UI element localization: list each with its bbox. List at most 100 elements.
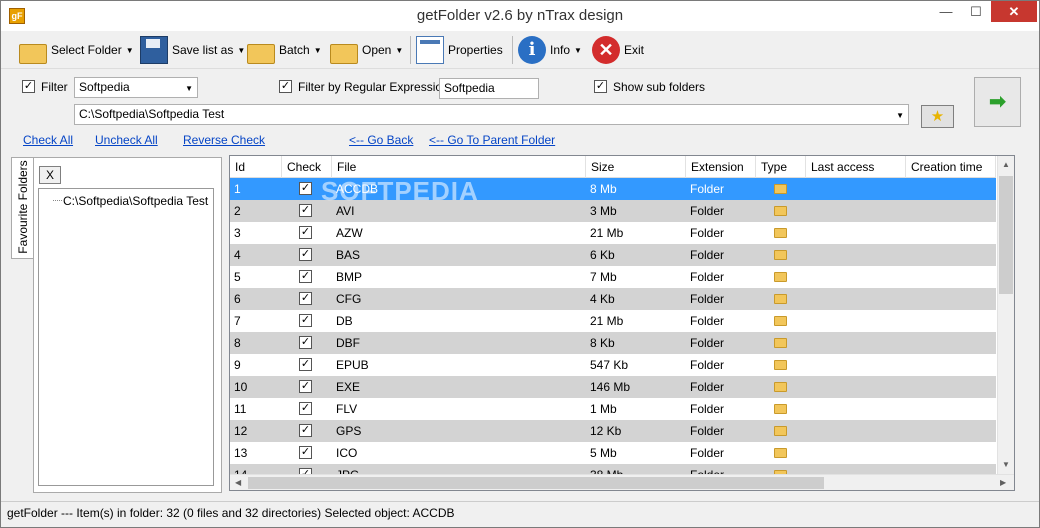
scroll-right-icon[interactable]: ▶ [1000,478,1006,487]
filter-checkbox[interactable]: ✓ [22,80,35,93]
row-checkbox[interactable]: ✓ [299,380,312,393]
cell-size: 21 Mb [590,226,624,240]
table-row[interactable]: 2 AVI 3 Mb Folder ✓ [230,200,996,222]
cell-extension: Folder [690,380,725,394]
path-value: C:\Softpedia\Softpedia Test [79,107,225,121]
check-all-link[interactable]: Check All [23,133,73,147]
info-label: Info [550,43,571,57]
cell-id: 6 [234,292,241,306]
chevron-down-icon: ▼ [125,45,134,55]
info-button[interactable]: i Info ▼ [518,34,582,66]
row-checkbox[interactable]: ✓ [299,424,312,437]
go-parent-link[interactable]: <-- Go To Parent Folder [429,133,555,147]
cell-file: CFG [336,292,362,306]
batch-button[interactable]: Batch ▼ [247,34,322,66]
table-row[interactable]: 6 CFG 4 Kb Folder ✓ [230,288,996,310]
table-row[interactable]: 8 DBF 8 Kb Folder ✓ [230,332,996,354]
regex-value: Softpedia [444,81,495,95]
scroll-left-icon[interactable]: ◀ [235,478,241,487]
cell-id: 8 [234,336,241,350]
row-checkbox[interactable]: ✓ [299,248,312,261]
cell-extension: Folder [690,424,725,438]
folder-icon [774,426,787,436]
cell-id: 4 [234,248,241,262]
table-row[interactable]: 9 EPUB 547 Kb Folder ✓ [230,354,996,376]
table-row[interactable]: 1 ACCDB 8 Mb Folder ✓ [230,178,996,200]
column-header-check[interactable]: Check [282,156,332,178]
row-checkbox[interactable]: ✓ [299,182,312,195]
cell-file: ACCDB [336,182,379,196]
table-row[interactable]: 10 EXE 146 Mb Folder ✓ [230,376,996,398]
horizontal-scroll-thumb[interactable] [248,477,824,489]
remove-favourite-button[interactable]: X [39,166,61,184]
uncheck-all-link[interactable]: Uncheck All [95,133,158,147]
vertical-scroll-thumb[interactable] [999,176,1013,294]
close-button[interactable]: ✕ [991,1,1037,22]
maximize-button[interactable]: ☐ [961,1,991,22]
filter-dropdown[interactable]: Softpedia ▼ [74,77,198,98]
subfolders-checkbox[interactable]: ✓ [594,80,607,93]
cell-extension: Folder [690,270,725,284]
row-checkbox[interactable]: ✓ [299,270,312,283]
folder-icon [774,382,787,392]
row-checkbox[interactable]: ✓ [299,336,312,349]
floppy-disk-icon [140,36,168,64]
go-back-link[interactable]: <-- Go Back [349,133,413,147]
column-header-file[interactable]: File [332,156,586,178]
table-row[interactable]: 7 DB 21 Mb Folder ✓ [230,310,996,332]
vertical-scrollbar[interactable]: ▲ ▼ [997,156,1014,474]
arrow-right-icon: ➡ [989,91,1006,113]
subfolders-label: Show sub folders [613,80,706,94]
cell-file: DB [336,314,353,328]
regex-input[interactable]: Softpedia [439,78,539,99]
row-checkbox[interactable]: ✓ [299,292,312,305]
column-header-last-access[interactable]: Last access [806,156,906,178]
cell-extension: Folder [690,248,725,262]
save-list-button[interactable]: Save list as ▼ [140,34,245,66]
add-favourite-button[interactable]: ★ [921,105,954,128]
table-row[interactable]: 4 BAS 6 Kb Folder ✓ [230,244,996,266]
star-icon: ★ [930,108,945,125]
horizontal-scrollbar[interactable]: ◀ ▶ [230,474,1014,490]
select-folder-button[interactable]: Select Folder ▼ [19,34,134,66]
table-row[interactable]: 5 BMP 7 Mb Folder ✓ [230,266,996,288]
properties-icon [416,36,444,64]
row-checkbox[interactable]: ✓ [299,358,312,371]
folder-icon [330,44,358,64]
table-row[interactable]: 12 GPS 12 Kb Folder ✓ [230,420,996,442]
title-bar[interactable]: gF getFolder v2.6 by nTrax design — ☐ ✕ [1,1,1039,31]
row-checkbox[interactable]: ✓ [299,402,312,415]
table-row[interactable]: 3 AZW 21 Mb Folder ✓ [230,222,996,244]
row-checkbox[interactable]: ✓ [299,204,312,217]
favourite-folders-tab[interactable]: Favourite Folders [11,157,33,259]
status-text: getFolder --- Item(s) in folder: 32 (0 f… [7,506,455,520]
path-dropdown[interactable]: C:\Softpedia\Softpedia Test ▼ [74,104,909,125]
minimize-button[interactable]: — [931,1,961,22]
scroll-down-icon[interactable]: ▼ [1002,460,1010,469]
reverse-check-link[interactable]: Reverse Check [183,133,265,147]
table-row[interactable]: 11 FLV 1 Mb Folder ✓ [230,398,996,420]
table-row[interactable]: 13 ICO 5 Mb Folder ✓ [230,442,996,464]
chevron-down-icon: ▼ [395,45,404,55]
properties-button[interactable]: Properties [416,34,503,66]
column-header-size[interactable]: Size [586,156,686,178]
chevron-down-icon: ▼ [313,45,322,55]
cell-id: 10 [234,380,248,394]
row-checkbox[interactable]: ✓ [299,226,312,239]
scroll-up-icon[interactable]: ▲ [1002,160,1010,169]
open-button[interactable]: Open ▼ [330,34,403,66]
exit-button[interactable]: ✕ Exit [592,34,644,66]
row-checkbox[interactable]: ✓ [299,446,312,459]
column-header-id[interactable]: Id [230,156,282,178]
open-label: Open [362,43,392,57]
folder-open-icon [19,44,47,64]
go-button[interactable]: ➡ [974,77,1021,127]
column-header-creation-time[interactable]: Creation time [906,156,996,178]
cell-size: 547 Kb [590,358,629,372]
folder-icon [774,250,787,260]
row-checkbox[interactable]: ✓ [299,314,312,327]
regex-checkbox[interactable]: ✓ [279,80,292,93]
favourite-tree-item[interactable]: C:\Softpedia\Softpedia Test [63,194,208,208]
column-header-extension[interactable]: Extension [686,156,756,178]
column-header-type[interactable]: Type [756,156,806,178]
